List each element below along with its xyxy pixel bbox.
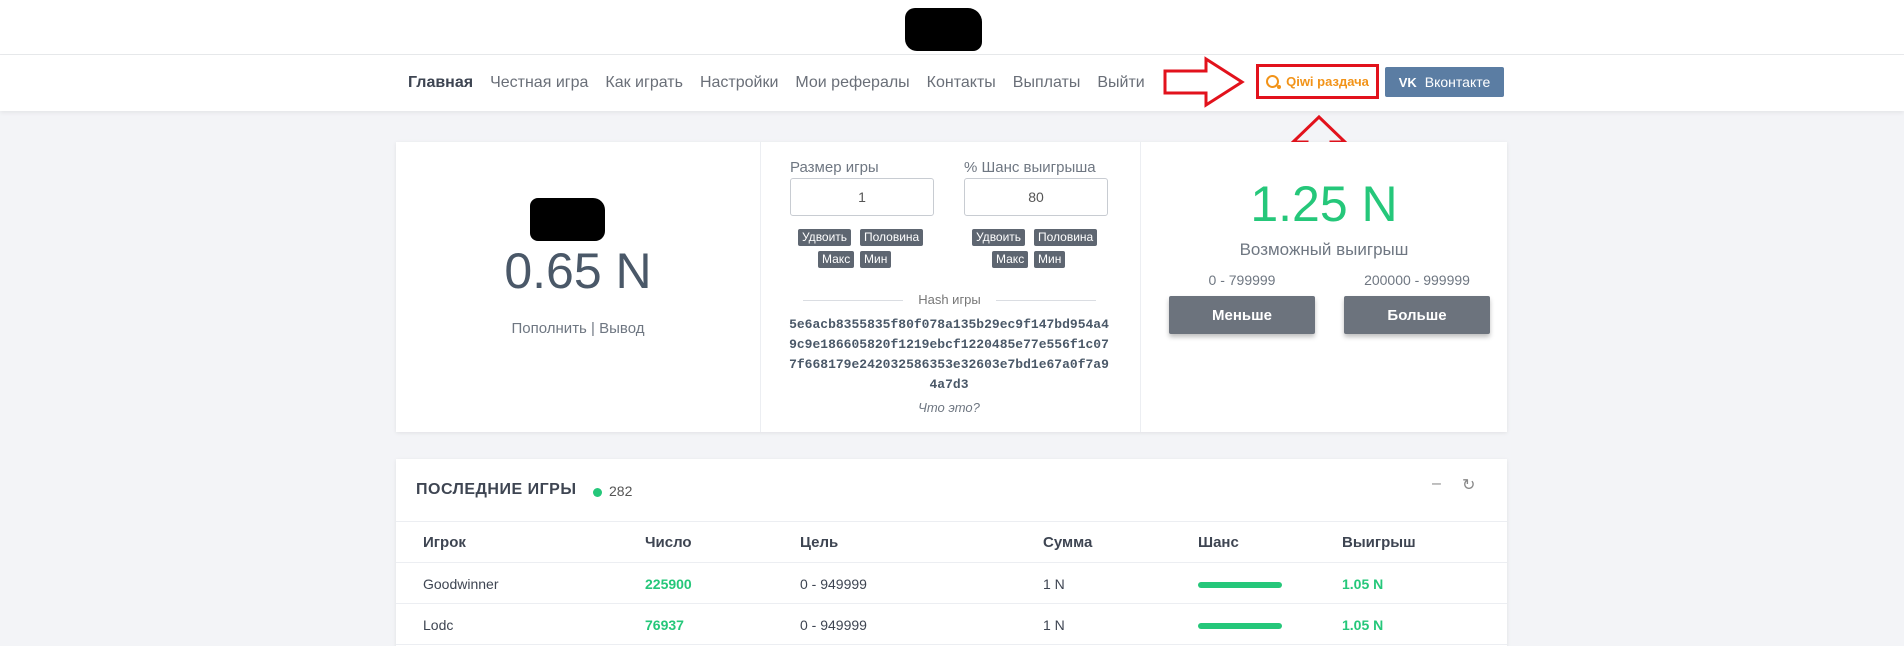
column-header-target: Цель	[800, 534, 839, 551]
online-dot-icon	[593, 488, 602, 497]
chance-half-button[interactable]: Половина	[1034, 229, 1098, 246]
game-hash: 5e6acb8355835f80f078a135b29ec9f147bd954a…	[789, 317, 1109, 392]
column-header-player: Игрок	[423, 534, 466, 551]
recent-games-panel: ПОСЛЕДНИЕ ИГРЫ 282 – ↻ Игрок Число Цель …	[396, 459, 1507, 646]
recent-games-title: ПОСЛЕДНИЕ ИГРЫ	[416, 481, 577, 498]
annotation-arrow-right-icon	[1163, 56, 1245, 108]
size-double-button[interactable]: Удвоить	[798, 229, 852, 246]
size-min-button[interactable]: Мин	[860, 251, 892, 268]
online-count: 282	[609, 483, 633, 499]
table-row: Goodwinner 225900 0 - 949999 1 N 1.05 N	[396, 564, 1507, 604]
table-row: Lodc 76937 0 - 949999 1 N 1.05 N	[396, 605, 1507, 645]
target-cell: 0 - 949999	[800, 617, 867, 633]
bet-higher-button[interactable]: Больше	[1344, 296, 1490, 334]
table-header: Игрок Число Цель Сумма Шанс Выигрыш	[396, 521, 1507, 563]
minus-icon[interactable]: –	[1432, 475, 1441, 493]
game-size-input[interactable]	[790, 178, 934, 216]
nav-item-fair-game[interactable]: Честная игра	[490, 74, 588, 92]
withdraw-link[interactable]: Вывод	[599, 320, 644, 337]
low-range: 0 - 799999	[1208, 272, 1276, 288]
balance-links: Пополнить | Вывод	[396, 320, 760, 337]
vk-icon: VK	[1398, 74, 1417, 90]
game-size-label: Размер игры	[790, 159, 879, 176]
qiwi-icon	[1266, 75, 1282, 89]
nav-item-how-to-play[interactable]: Как играть	[605, 74, 683, 92]
vk-button[interactable]: VK Вконтакте	[1385, 67, 1504, 97]
nav-item-contacts[interactable]: Контакты	[927, 74, 996, 92]
nav-item-logout[interactable]: Выйти	[1097, 74, 1144, 92]
column-header-win: Выигрыш	[1342, 534, 1416, 551]
high-range: 200000 - 999999	[1364, 272, 1470, 288]
win-chance-label: % Шанс выигрыша	[964, 159, 1096, 176]
win-chance-input[interactable]	[964, 178, 1108, 216]
number-cell: 225900	[645, 576, 692, 592]
bet-lower-button[interactable]: Меньше	[1169, 296, 1315, 334]
chance-double-button[interactable]: Удвоить	[972, 229, 1026, 246]
hash-title: Hash игры	[803, 292, 1096, 307]
vk-label: Вконтакте	[1424, 74, 1491, 90]
nav-item-referrals[interactable]: Мои рефералы	[795, 74, 909, 92]
column-header-chance: Шанс	[1198, 534, 1239, 551]
amount-cell: 1 N	[1043, 617, 1065, 633]
qiwi-label: Qiwi раздача	[1286, 74, 1369, 89]
size-half-button[interactable]: Половина	[860, 229, 924, 246]
win-cell: 1.05 N	[1342, 617, 1384, 633]
nav-item-settings[interactable]: Настройки	[700, 74, 778, 92]
nav-item-payouts[interactable]: Выплаты	[1013, 74, 1081, 92]
possible-win-amount: 1.25 N	[1250, 176, 1398, 232]
win-cell: 1.05 N	[1342, 576, 1384, 592]
balance-amount: 0.65 N	[504, 243, 652, 299]
chance-min-button[interactable]: Мин	[1034, 251, 1066, 268]
link-separator: |	[591, 320, 595, 337]
hash-help-link[interactable]: Что это?	[789, 400, 1109, 415]
nav-item-home[interactable]: Главная	[408, 74, 473, 92]
qiwi-giveaway-button[interactable]: Qiwi раздача	[1256, 64, 1379, 99]
chance-bar	[1198, 623, 1282, 629]
number-cell: 76937	[645, 617, 684, 633]
chance-bar	[1198, 582, 1282, 588]
refresh-icon[interactable]: ↻	[1462, 475, 1475, 495]
deposit-link[interactable]: Пополнить	[512, 320, 587, 337]
column-header-amount: Сумма	[1043, 534, 1093, 551]
target-cell: 0 - 949999	[800, 576, 867, 592]
possible-win-label: Возможный выигрыш	[1239, 240, 1409, 259]
game-panel: 0.65 N Пополнить | Вывод Размер игры Удв…	[396, 142, 1507, 432]
chance-max-button[interactable]: Макс	[992, 251, 1029, 268]
redacted-avatar	[530, 198, 605, 241]
divider	[760, 142, 761, 432]
player-cell: Lodc	[423, 617, 454, 633]
nav-menu: Главная Честная игра Как играть Настройк…	[408, 55, 1162, 111]
size-max-button[interactable]: Макс	[818, 251, 855, 268]
redacted-logo	[905, 8, 982, 51]
top-header	[0, 0, 1904, 55]
column-header-number: Число	[645, 534, 692, 551]
main-navbar: Главная Честная игра Как играть Настройк…	[0, 55, 1904, 111]
amount-cell: 1 N	[1043, 576, 1065, 592]
player-cell: Goodwinner	[423, 576, 499, 592]
